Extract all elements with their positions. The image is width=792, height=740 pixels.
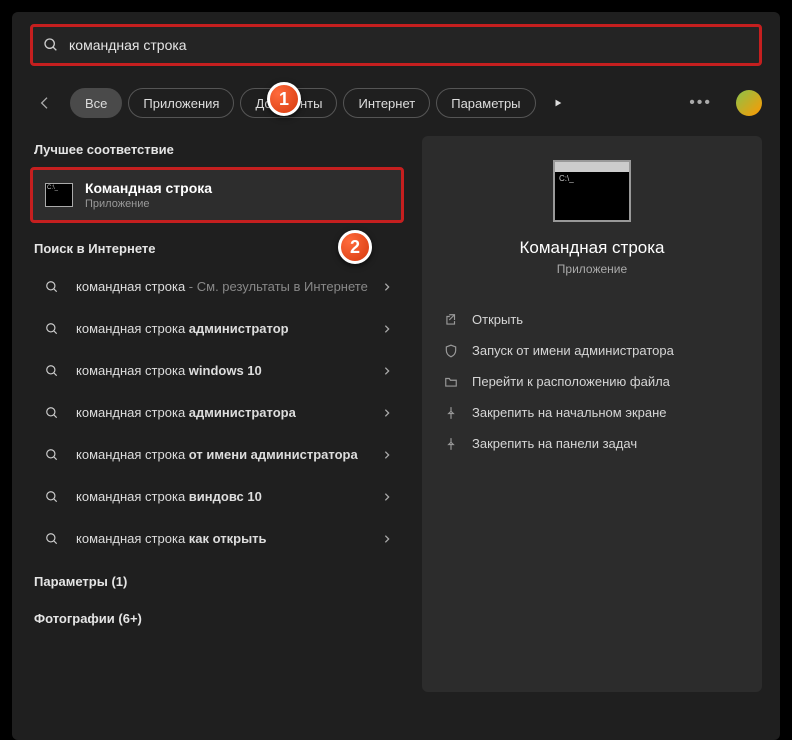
command-prompt-large-icon <box>553 160 631 222</box>
chevron-right-icon <box>382 450 392 460</box>
web-result-label: командная строка как открыть <box>76 531 368 548</box>
search-icon <box>42 322 62 336</box>
web-result-item[interactable]: командная строка как открыть <box>30 518 404 560</box>
action-file-location[interactable]: Перейти к расположению файла <box>442 368 742 395</box>
chevron-right-icon <box>382 324 392 334</box>
filter-settings[interactable]: Параметры <box>436 88 535 118</box>
preview-panel: Командная строка Приложение Открыть Запу… <box>422 136 762 692</box>
chevron-right-icon <box>382 366 392 376</box>
best-match-title: Командная строка <box>85 180 212 196</box>
web-result-label: командная строка администратора <box>76 405 368 422</box>
search-icon <box>42 490 62 504</box>
search-bar[interactable] <box>30 24 762 66</box>
annotation-badge-1: 1 <box>267 82 301 116</box>
filter-bar: Все Приложения Документы Интернет Параме… <box>30 88 762 118</box>
chevron-right-icon <box>382 492 392 502</box>
action-run-admin[interactable]: Запуск от имени администратора <box>442 337 742 364</box>
best-match-item[interactable]: Командная строка Приложение <box>30 167 404 223</box>
web-result-item[interactable]: командная строка администратора <box>30 392 404 434</box>
pin-icon <box>444 406 460 420</box>
folder-icon <box>444 375 460 389</box>
filter-internet[interactable]: Интернет <box>343 88 430 118</box>
best-match-subtitle: Приложение <box>85 198 212 210</box>
best-match-header: Лучшее соответствие <box>30 136 404 167</box>
action-file-location-label: Перейти к расположению файла <box>472 374 670 389</box>
search-icon <box>42 364 62 378</box>
panel-title: Командная строка <box>442 238 742 258</box>
overflow-menu-button[interactable]: ••• <box>681 94 720 112</box>
chevron-right-icon <box>382 534 392 544</box>
open-icon <box>444 313 460 327</box>
filter-more-button[interactable] <box>542 88 574 118</box>
web-result-label: командная строка windows 10 <box>76 363 368 380</box>
chevron-right-icon <box>382 408 392 418</box>
web-result-label: командная строка - См. результаты в Инте… <box>76 279 368 296</box>
web-result-label: командная строка администратор <box>76 321 368 338</box>
search-input[interactable] <box>69 37 749 53</box>
panel-subtitle: Приложение <box>442 262 742 276</box>
results-column: Лучшее соответствие Командная строка При… <box>30 136 404 692</box>
command-prompt-icon <box>45 183 73 207</box>
back-button[interactable] <box>30 88 60 118</box>
web-result-item[interactable]: командная строка от имени администратора <box>30 434 404 476</box>
photos-group-header[interactable]: Фотографии (6+) <box>30 605 404 636</box>
web-result-item[interactable]: командная строка - См. результаты в Инте… <box>30 266 404 308</box>
search-icon <box>42 448 62 462</box>
action-open-label: Открыть <box>472 312 523 327</box>
action-pin-taskbar-label: Закрепить на панели задач <box>472 436 637 451</box>
action-pin-start[interactable]: Закрепить на начальном экране <box>442 399 742 426</box>
settings-group-header[interactable]: Параметры (1) <box>30 568 404 599</box>
web-result-item[interactable]: командная строка администратор <box>30 308 404 350</box>
filter-all[interactable]: Все <box>70 88 122 118</box>
chevron-right-icon <box>382 282 392 292</box>
pin-icon <box>444 437 460 451</box>
web-result-label: командная строка от имени администратора <box>76 447 368 464</box>
annotation-badge-2: 2 <box>338 230 372 264</box>
action-pin-taskbar[interactable]: Закрепить на панели задач <box>442 430 742 457</box>
action-run-admin-label: Запуск от имени администратора <box>472 343 674 358</box>
web-result-label: командная строка виндовс 10 <box>76 489 368 506</box>
search-icon <box>42 406 62 420</box>
web-result-item[interactable]: командная строка windows 10 <box>30 350 404 392</box>
avatar[interactable] <box>736 90 762 116</box>
search-icon <box>42 532 62 546</box>
action-open[interactable]: Открыть <box>442 306 742 333</box>
shield-icon <box>444 344 460 358</box>
search-window: Все Приложения Документы Интернет Параме… <box>12 12 780 740</box>
filter-apps[interactable]: Приложения <box>128 88 234 118</box>
search-icon <box>43 37 59 53</box>
web-result-item[interactable]: командная строка виндовс 10 <box>30 476 404 518</box>
search-icon <box>42 280 62 294</box>
action-pin-start-label: Закрепить на начальном экране <box>472 405 667 420</box>
